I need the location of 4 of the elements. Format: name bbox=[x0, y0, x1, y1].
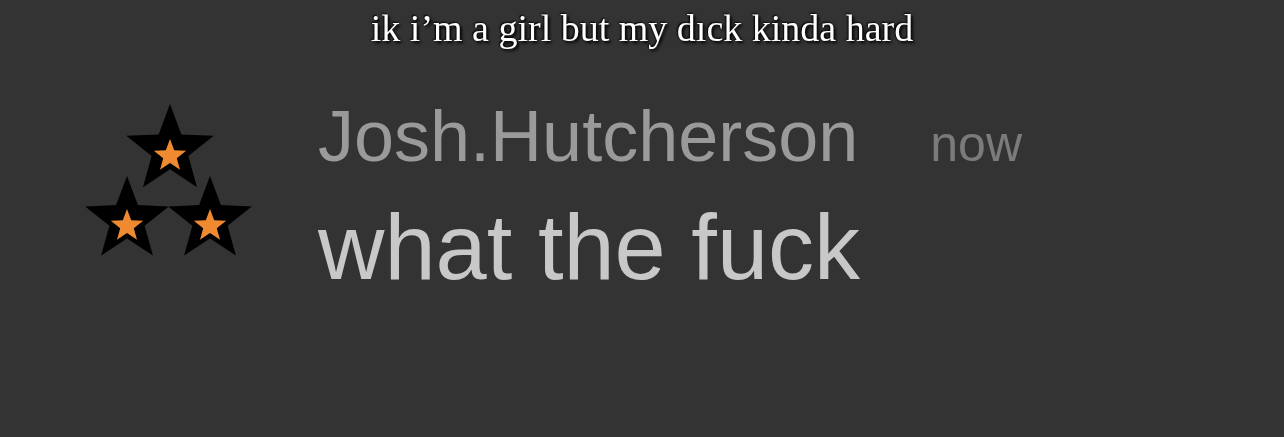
timestamp: now bbox=[930, 115, 1022, 173]
message-text: what the fuck bbox=[318, 201, 862, 293]
meme-caption: ik i’m a girl but my dıck kinda hard bbox=[370, 7, 914, 49]
username: Josh.Hutcherson bbox=[318, 100, 859, 172]
